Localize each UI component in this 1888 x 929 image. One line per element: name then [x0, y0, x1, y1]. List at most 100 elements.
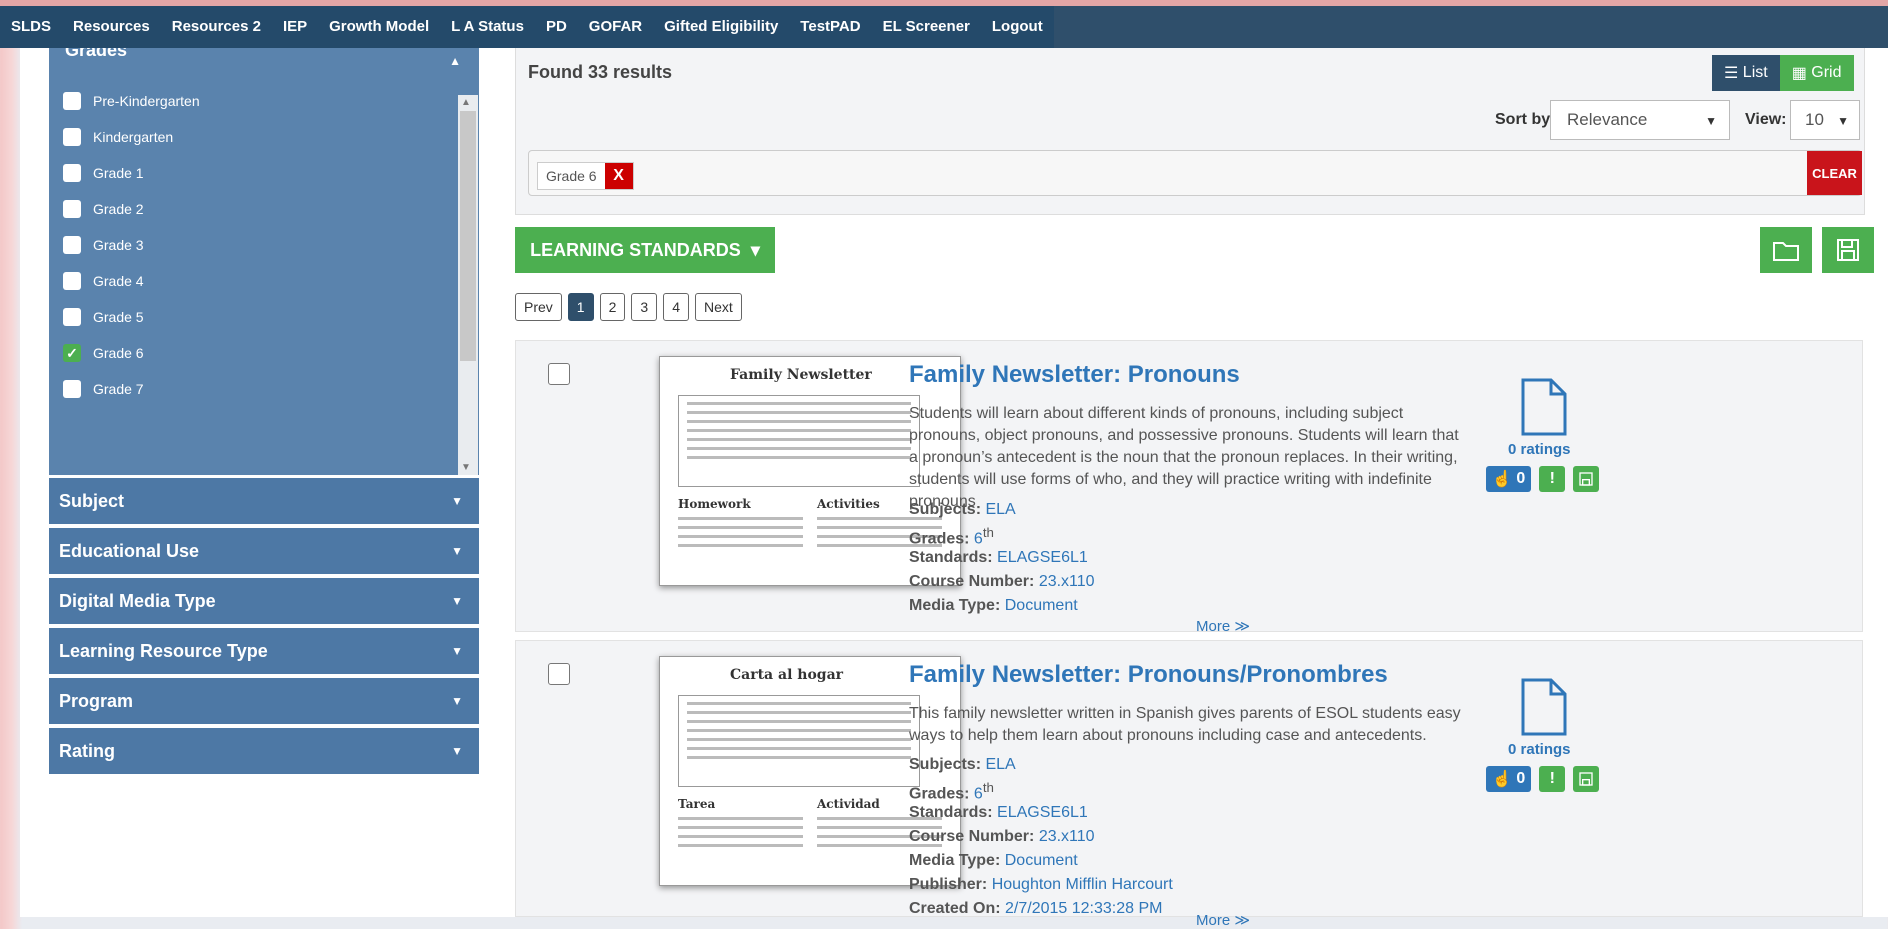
grade-label: Grade 2	[93, 201, 144, 217]
page-2[interactable]: 2	[599, 293, 626, 321]
grade-option[interactable]: Grade 4	[63, 266, 144, 296]
filter-program[interactable]: Program ▼	[49, 678, 479, 724]
meta-value[interactable]: ELAGSE6L1	[997, 549, 1088, 566]
thumbnail-columns: Tarea Actividad	[678, 797, 942, 867]
page-1[interactable]: 1	[567, 293, 594, 321]
list-view-button[interactable]: ☰ List	[1712, 55, 1780, 91]
thumbnail-left-header: Tarea	[678, 797, 716, 811]
nav-resources-2[interactable]: Resources 2	[161, 6, 272, 48]
save-button[interactable]	[1822, 227, 1874, 273]
list-icon: ☰	[1724, 65, 1743, 82]
meta-value: Document	[1004, 852, 1078, 869]
meta-value: Houghton Mifflin Harcourt	[991, 876, 1173, 893]
next-page[interactable]: Next	[694, 293, 742, 321]
grade-option[interactable]: Grade 2	[63, 194, 144, 224]
filter-subject[interactable]: Subject ▼	[49, 478, 479, 524]
save-resource-button[interactable]	[1573, 466, 1600, 492]
filter-label: Rating	[59, 741, 115, 761]
nav-iep[interactable]: IEP	[272, 6, 318, 48]
checkbox[interactable]	[63, 272, 81, 290]
grade-label: Pre-Kindergarten	[93, 93, 200, 109]
nav-gifted-eligibility[interactable]: Gifted Eligibility	[653, 6, 789, 48]
select-checkbox[interactable]	[548, 663, 570, 685]
result-card: Family Newsletter Homework Activities Fa…	[515, 340, 1863, 635]
checkbox[interactable]	[63, 308, 81, 326]
checkbox[interactable]	[63, 380, 81, 398]
like-button[interactable]: ☝ 0	[1486, 466, 1532, 492]
meta-label: Subjects:	[909, 501, 982, 518]
grade-option[interactable]: Kindergarten	[63, 122, 173, 152]
like-button[interactable]: ☝ 0	[1486, 766, 1532, 792]
clear-filters-button[interactable]: CLEAR	[1807, 151, 1862, 195]
page-4[interactable]: 4	[663, 293, 689, 321]
meta-label: Created On:	[909, 900, 1001, 917]
caret-down-icon: ▼	[451, 494, 463, 508]
save-icon	[1837, 239, 1859, 261]
checkbox[interactable]	[63, 236, 81, 254]
scroll-thumb[interactable]	[460, 111, 476, 361]
filter-rating[interactable]: Rating ▼	[49, 728, 479, 774]
nav-testpad[interactable]: TestPAD	[789, 6, 871, 48]
scroll-up-icon[interactable]: ▲	[461, 97, 471, 108]
meta-value[interactable]: ELA	[985, 756, 1015, 773]
meta-publisher: Publisher: Houghton Mifflin Harcourt	[909, 876, 1173, 894]
grade-option[interactable]: Grade 1	[63, 158, 144, 188]
caret-down-icon: ▼	[451, 694, 463, 708]
scroll-down-icon[interactable]: ▼	[461, 462, 471, 473]
folder-icon	[1773, 242, 1799, 261]
nav-growth-model[interactable]: Growth Model	[318, 6, 440, 48]
resource-title[interactable]: Family Newsletter: Pronouns	[909, 361, 1240, 389]
list-label: List	[1742, 64, 1768, 81]
nav-pd[interactable]: PD	[535, 6, 578, 48]
select-checkbox[interactable]	[548, 363, 570, 385]
nav-logout[interactable]: Logout	[981, 6, 1054, 48]
prev-page[interactable]: Prev	[515, 293, 562, 321]
thumbnail-title: Family Newsletter	[730, 367, 872, 383]
meta-value: 6	[973, 530, 983, 548]
top-navigation: SLDS Resources Resources 2 IEP Growth Mo…	[0, 0, 1888, 48]
meta-subjects: Subjects: ELA	[909, 501, 1016, 519]
save-resource-button[interactable]	[1573, 766, 1600, 792]
meta-media-type: Media Type: Document	[909, 852, 1078, 870]
resource-title[interactable]: Family Newsletter: Pronouns/Pronombres	[909, 661, 1388, 689]
grade-option[interactable]: Grade 5	[63, 302, 144, 332]
caret-down-icon: ▼	[451, 594, 463, 608]
meta-created: Created On: 2/7/2015 12:33:28 PM	[909, 900, 1162, 918]
filter-digital-media-type[interactable]: Digital Media Type ▼	[49, 578, 479, 624]
grades-header[interactable]: Grades ▲	[49, 48, 479, 78]
meta-value[interactable]: ELA	[985, 501, 1015, 518]
grade-option[interactable]: ✓ Grade 6	[63, 338, 144, 368]
checkbox[interactable]	[63, 164, 81, 182]
nav-el-screener[interactable]: EL Screener	[872, 6, 981, 48]
report-button[interactable]: !	[1539, 766, 1566, 792]
filter-learning-resource-type[interactable]: Learning Resource Type ▼	[49, 628, 479, 674]
checkbox[interactable]	[63, 200, 81, 218]
sort-select[interactable]: Relevance ▼	[1550, 100, 1730, 140]
meta-media-type: Media Type: Document	[909, 597, 1078, 615]
view-toggle: ☰ List ▦ Grid	[1712, 55, 1854, 91]
filter-educational-use[interactable]: Educational Use ▼	[49, 528, 479, 574]
meta-label: Media Type:	[909, 597, 1001, 614]
grades-scrollbar[interactable]: ▲ ▼	[458, 95, 478, 475]
remove-tag-button[interactable]: X	[604, 163, 633, 189]
meta-label: Standards:	[909, 549, 993, 566]
checkbox[interactable]	[63, 92, 81, 110]
nav-resources[interactable]: Resources	[62, 6, 161, 48]
grade-option[interactable]: Pre-Kindergarten	[63, 86, 200, 116]
checkbox-checked[interactable]: ✓	[63, 344, 81, 362]
meta-value[interactable]: ELAGSE6L1	[997, 804, 1088, 821]
nav-gofar[interactable]: GOFAR	[578, 6, 653, 48]
report-button[interactable]: !	[1539, 466, 1566, 492]
checkbox[interactable]	[63, 128, 81, 146]
folder-button[interactable]	[1760, 227, 1812, 273]
nav-slds[interactable]: SLDS	[0, 6, 62, 48]
more-link[interactable]: More ≫	[1196, 617, 1250, 635]
grid-view-button[interactable]: ▦ Grid	[1779, 55, 1854, 91]
nav-la-status[interactable]: L A Status	[440, 6, 535, 48]
grade-option[interactable]: Grade 7	[63, 374, 144, 404]
learning-standards-button[interactable]: LEARNING STANDARDS ▾	[515, 227, 775, 273]
more-link[interactable]: More ≫	[1196, 911, 1250, 929]
view-count-select[interactable]: 10 ▼	[1790, 100, 1860, 140]
grade-option[interactable]: Grade 3	[63, 230, 144, 260]
page-3[interactable]: 3	[631, 293, 658, 321]
